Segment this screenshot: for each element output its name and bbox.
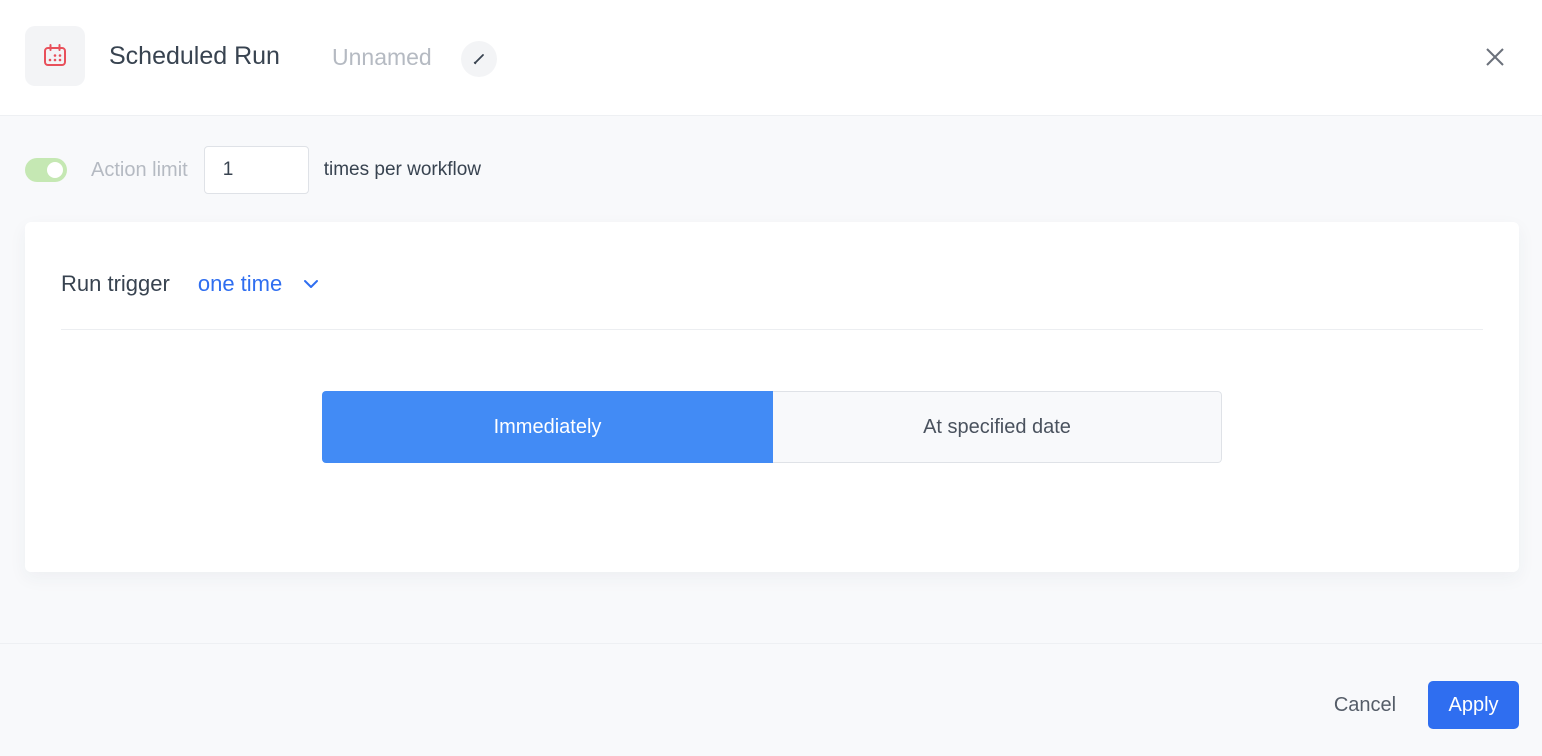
action-limit-label: Action limit xyxy=(91,158,188,181)
cancel-button[interactable]: Cancel xyxy=(1318,681,1412,729)
page-title: Scheduled Run xyxy=(109,42,280,70)
action-limit-row: Action limit times per workflow xyxy=(25,146,481,194)
chevron-down-icon xyxy=(302,278,320,290)
pencil-icon xyxy=(473,54,484,65)
immediately-option[interactable]: Immediately xyxy=(322,391,773,463)
trigger-card: Run trigger one time Immediately At spec… xyxy=(25,222,1519,572)
apply-button[interactable]: Apply xyxy=(1428,681,1519,729)
edit-name-button[interactable] xyxy=(461,41,497,77)
specified-date-option[interactable]: At specified date xyxy=(773,391,1222,463)
workflow-name: Unnamed xyxy=(332,44,432,70)
run-trigger-row: Run trigger one time xyxy=(61,266,320,302)
modal-footer: Cancel Apply xyxy=(0,643,1542,756)
close-icon xyxy=(1486,48,1504,66)
toggle-knob xyxy=(47,162,63,178)
run-timing-segmented-control: Immediately At specified date xyxy=(322,391,1222,463)
close-button[interactable] xyxy=(1478,40,1512,74)
action-limit-suffix: times per workflow xyxy=(323,159,482,180)
action-limit-input[interactable] xyxy=(203,146,309,194)
run-trigger-value: one time xyxy=(197,271,283,296)
modal-header: Scheduled Run Unnamed xyxy=(0,0,1542,116)
calendar-icon xyxy=(25,26,85,86)
action-limit-toggle[interactable] xyxy=(25,158,67,182)
run-trigger-dropdown[interactable]: one time xyxy=(198,271,320,297)
run-trigger-label: Run trigger xyxy=(61,271,170,296)
divider xyxy=(61,329,1483,330)
